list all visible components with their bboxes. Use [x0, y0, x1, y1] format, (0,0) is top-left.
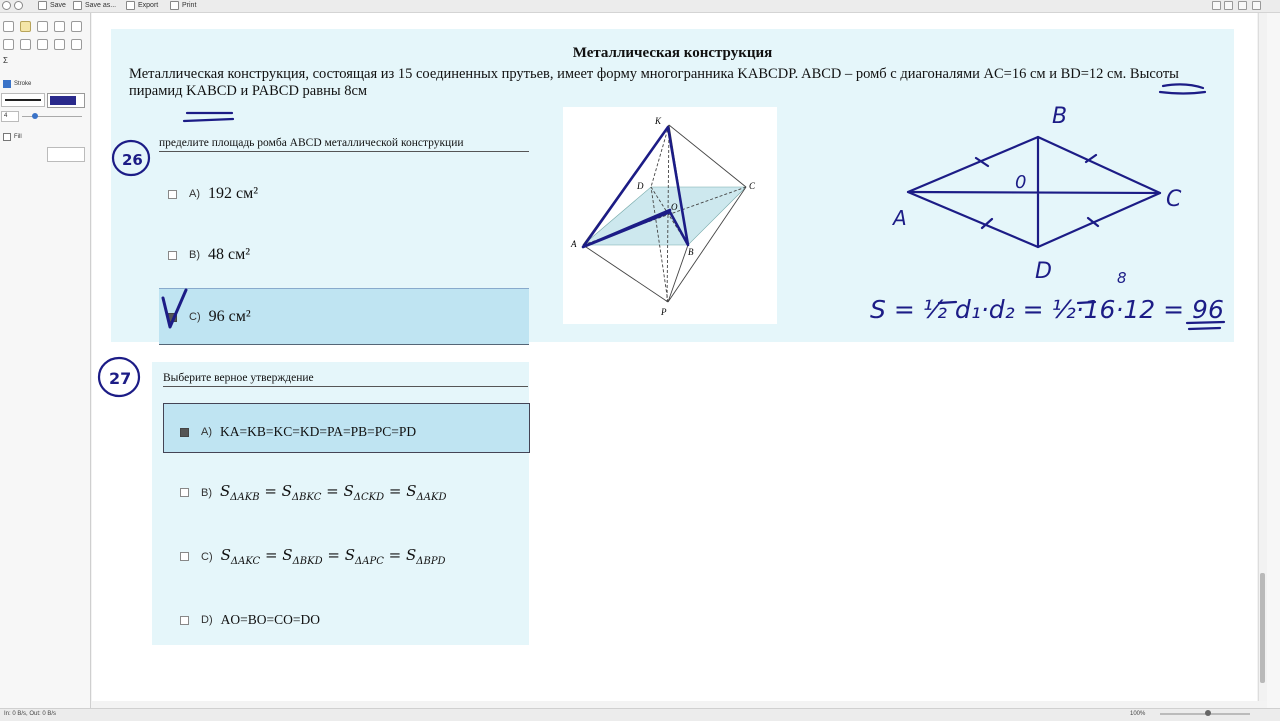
status-bar: In: 0 B/s, Out: 0 B/s 100% [0, 708, 1280, 721]
hw-label-o: 0 [1015, 172, 1026, 193]
hw-formula: S = ½ d₁·d₂ = ½·16·12 = 96 [870, 295, 1224, 324]
hw-label-a: A [891, 206, 907, 230]
checkmark-icon [161, 288, 188, 329]
zoom-level[interactable]: 100% [1130, 711, 1145, 717]
hw-label-c: C [1166, 187, 1182, 212]
q27-number: 27 [109, 369, 131, 388]
zoom-slider-handle[interactable] [1205, 710, 1211, 716]
rhombus-diagonals [906, 135, 1162, 249]
traced-face [581, 125, 690, 249]
hw-eight: 8 [1117, 269, 1127, 287]
network-status: In: 0 B/s, Out: 0 B/s [4, 711, 57, 717]
ink-overlay: B A C D 0 8 S = ½ d₁·d₂ = ½·16·12 = 96 2… [97, 83, 1226, 398]
bd-underline [182, 111, 235, 123]
hw-label-b: B [1052, 104, 1067, 129]
ac-underline [1158, 83, 1207, 95]
q26-number: 26 [122, 151, 143, 169]
hw-label-d: D [1035, 259, 1052, 284]
